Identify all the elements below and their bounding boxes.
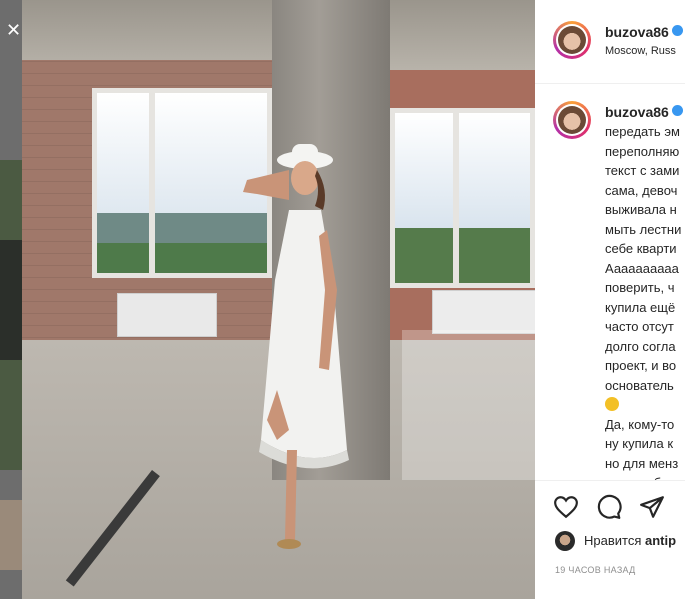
photo-sunlight (402, 330, 535, 480)
post-timestamp[interactable]: 19 ЧАСОВ НАЗАД (555, 565, 636, 575)
background-post-thumbnail (0, 500, 22, 570)
caption-line: Аааааааааа (605, 260, 679, 276)
verified-badge-icon (671, 25, 683, 36)
share-icon[interactable] (639, 494, 665, 520)
grinning-emoji-icon (605, 397, 619, 411)
location-link[interactable]: Moscow, Russ (605, 45, 676, 57)
caption-line: Да, кому-то (605, 416, 675, 432)
caption-line: поверить, ч (605, 280, 675, 295)
caption-line: но для менз (605, 455, 679, 471)
post-photo[interactable] (22, 0, 535, 599)
caption-line: долго согла (605, 338, 676, 354)
post-header: buzova86 Moscow, Russ (535, 0, 685, 84)
photo-window (390, 108, 535, 288)
likes-summary[interactable]: Нравится antip (584, 533, 676, 548)
caption-line: выживала н (605, 202, 677, 217)
caption-line: основатель (605, 377, 674, 393)
caption-line: текст с зами (605, 163, 680, 178)
caption-line: купила ещё (605, 299, 676, 315)
background-post-thumbnail-detail (0, 240, 22, 360)
photo-woman-in-white-dress (237, 140, 357, 560)
avatar[interactable] (553, 21, 591, 59)
caption-username-text: buzova86 (605, 104, 669, 120)
caption-line: проект, и во (605, 358, 677, 373)
post-info-panel: buzova86 Moscow, Russ buzova86 передать … (535, 0, 685, 599)
likes-user[interactable]: antip (645, 533, 676, 548)
caption-line: себе кварти (605, 241, 677, 256)
caption-line: сама, девоч (605, 182, 678, 198)
caption-line: мыть лестни (605, 221, 682, 237)
caption-line: переполняю (605, 143, 680, 159)
comment-icon[interactable] (596, 494, 622, 520)
caption-line (605, 395, 685, 415)
verified-badge-icon (671, 105, 683, 116)
likes-prefix: Нравится (584, 533, 642, 548)
post-caption: передать эм переполняю текст с зами сама, д… (605, 122, 685, 493)
photo-radiator (432, 290, 535, 334)
post-actions-bar: Нравится antip 19 ЧАСОВ НАЗАД (535, 480, 685, 591)
close-icon[interactable]: ✕ (6, 21, 22, 39)
modal-backdrop[interactable]: ✕ (0, 0, 22, 599)
caption-username-link[interactable]: buzova86 (605, 104, 683, 120)
caption-line: ну купила к (605, 436, 674, 451)
caption-line: часто отсут (605, 319, 674, 334)
username-text: buzova86 (605, 24, 669, 40)
heart-icon[interactable] (553, 494, 579, 520)
username-link[interactable]: buzova86 (605, 24, 683, 40)
caption-line: передать эм (605, 124, 680, 139)
photo-radiator (117, 293, 217, 337)
liker-avatar[interactable] (555, 531, 575, 551)
caption-avatar[interactable] (553, 101, 591, 139)
